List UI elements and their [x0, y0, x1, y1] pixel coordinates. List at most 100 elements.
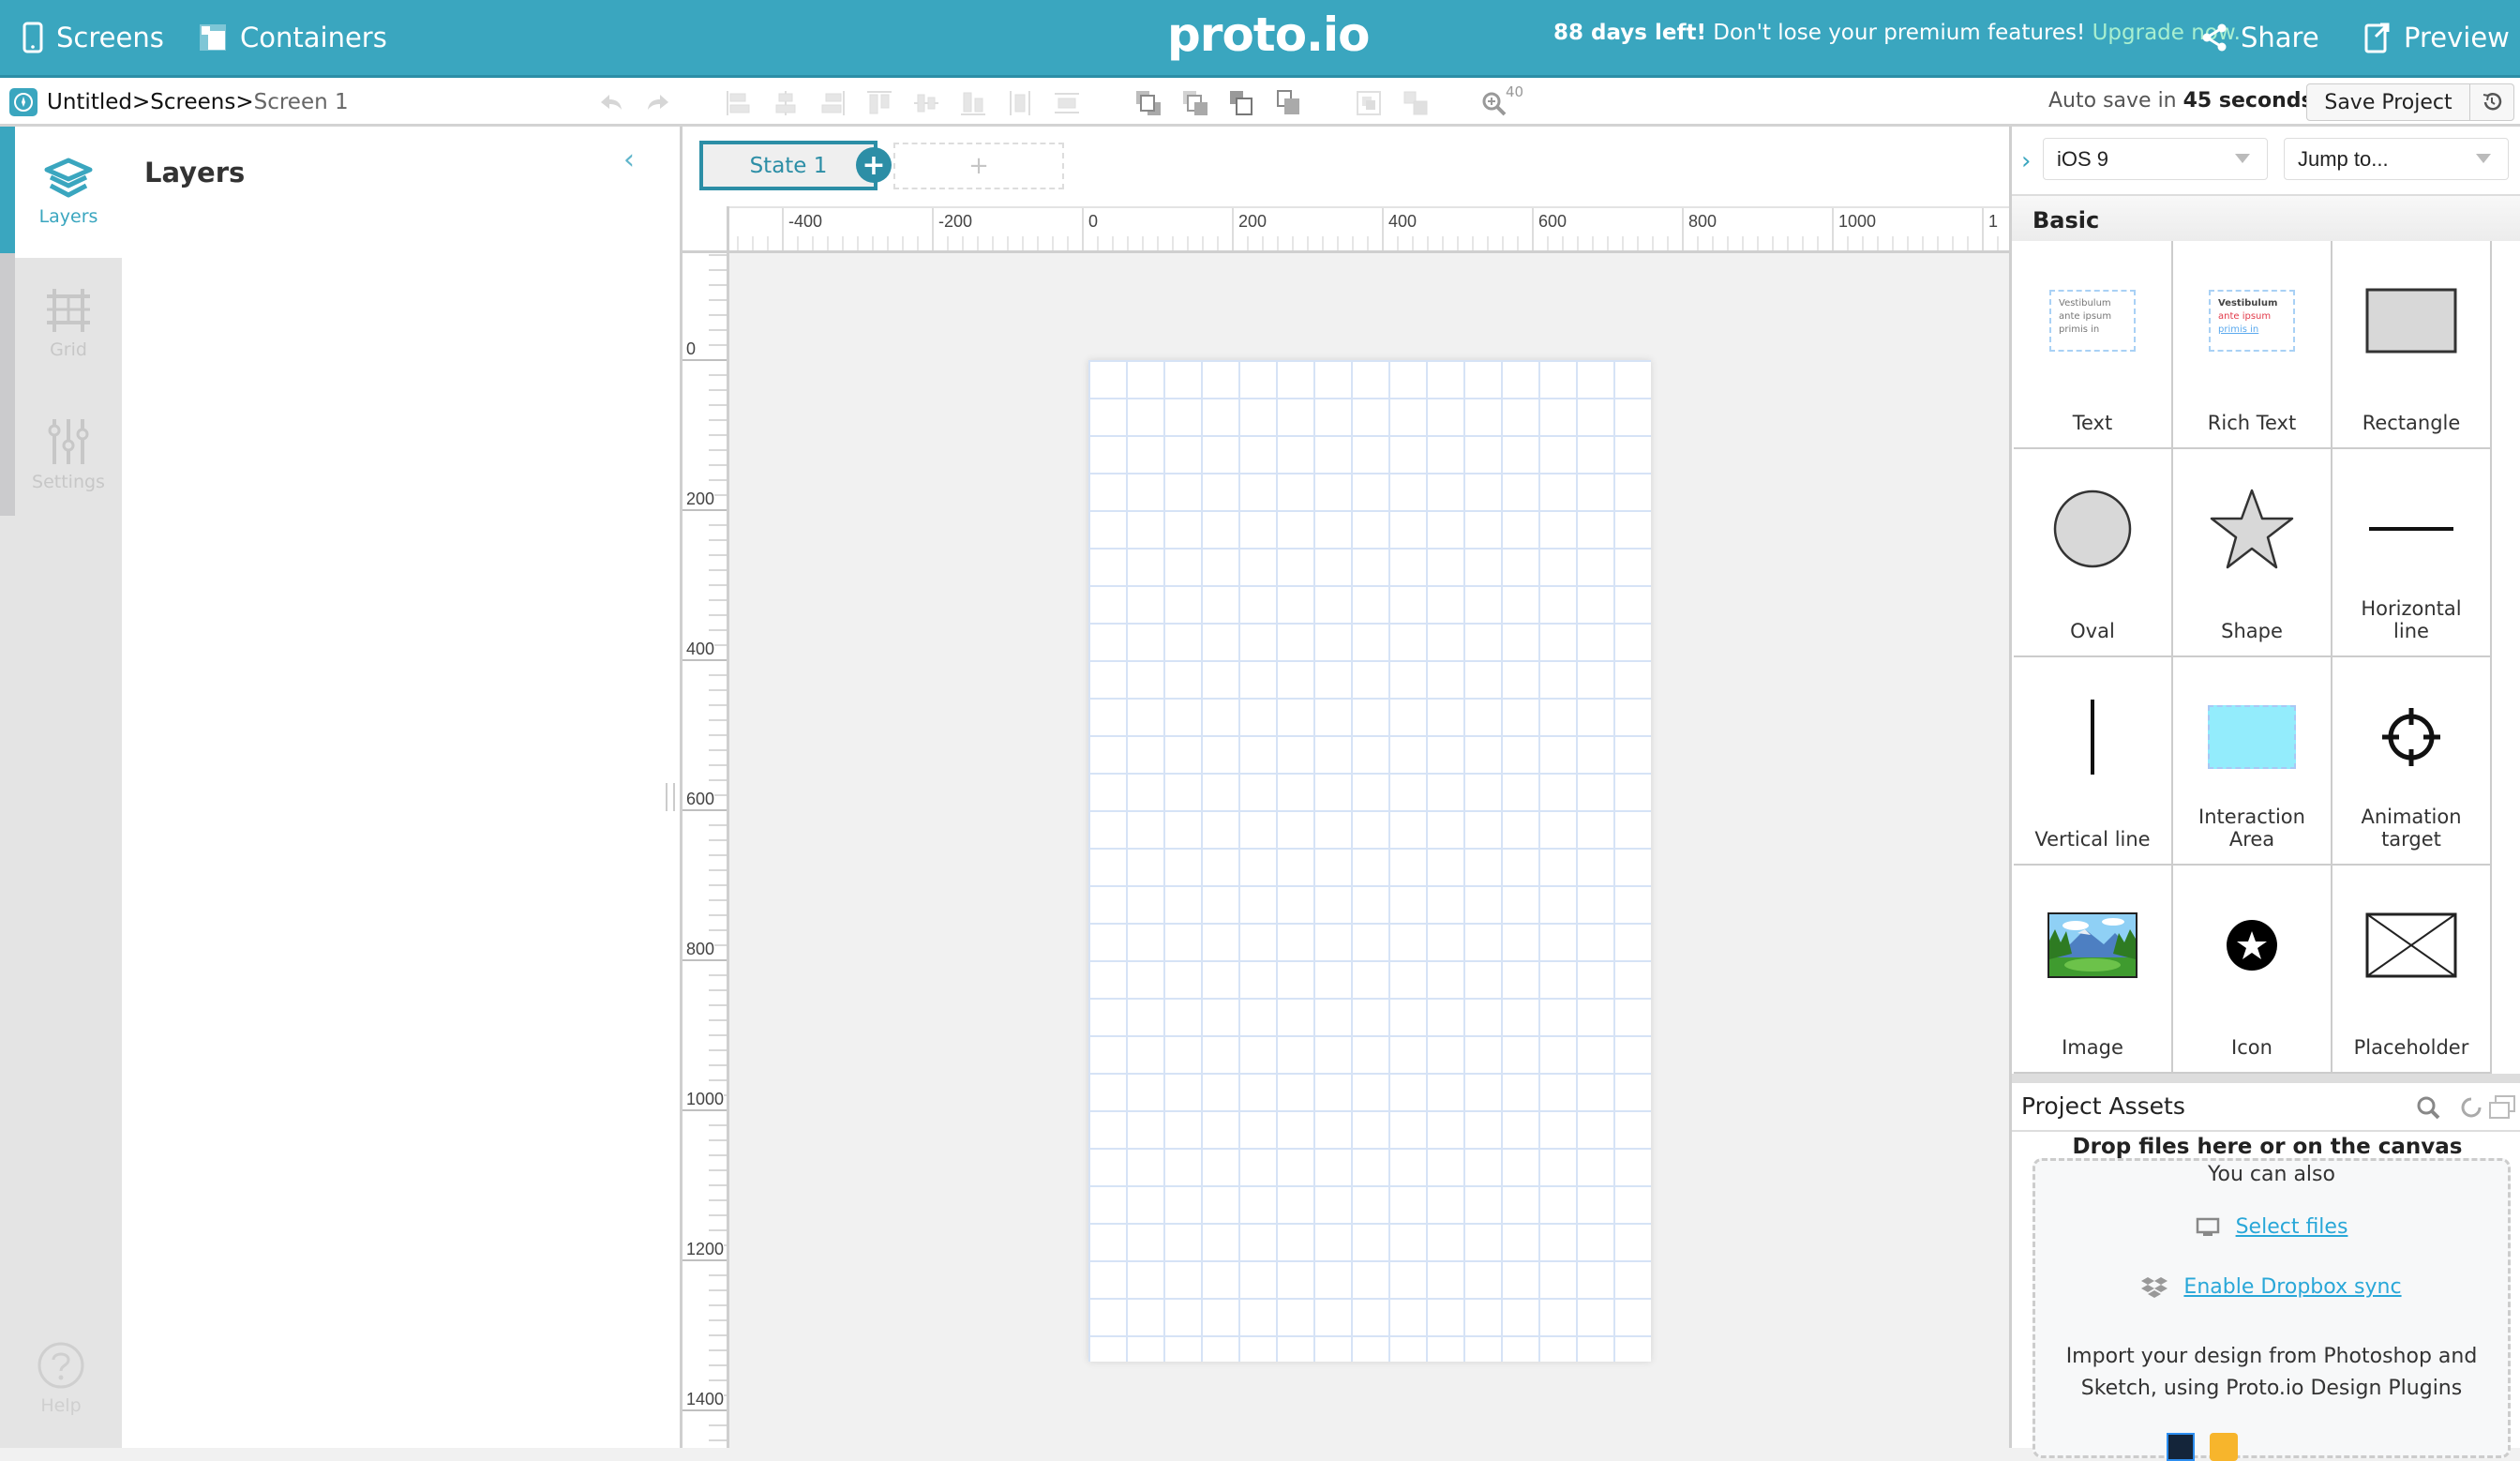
- ruler-label: -200: [938, 212, 973, 231]
- photoshop-plugin-icon[interactable]: [2167, 1433, 2195, 1461]
- send-backward-icon[interactable]: [1181, 89, 1209, 117]
- breadcrumb-screens[interactable]: Screens: [150, 90, 235, 114]
- breadcrumb-current-screen: Screen 1: [253, 90, 349, 114]
- breadcrumb-project[interactable]: Untitled: [47, 90, 132, 114]
- containers-nav[interactable]: Containers: [199, 0, 387, 75]
- zoom-control[interactable]: 40: [1481, 83, 1528, 117]
- project-assets-header: Project Assets: [2012, 1083, 2520, 1132]
- help-button[interactable]: Help: [0, 1313, 122, 1444]
- preview-label: Preview: [2404, 22, 2510, 53]
- project-info-icon[interactable]: [9, 88, 38, 116]
- rectangle-icon: [2332, 279, 2490, 363]
- enable-dropbox-link[interactable]: Enable Dropbox sync: [2183, 1275, 2401, 1299]
- component-horizontal-line[interactable]: Horizontal line: [2332, 449, 2492, 657]
- screens-nav[interactable]: Screens: [22, 0, 164, 75]
- align-left-icon[interactable]: [725, 89, 753, 117]
- panel-resize-handle[interactable]: [666, 783, 675, 811]
- component-image[interactable]: Image: [2014, 866, 2173, 1074]
- components-grid: Vestibulum ante ipsum primis in Text Ves…: [2014, 241, 2494, 1074]
- component-shape[interactable]: Shape: [2173, 449, 2332, 657]
- component-label: Interaction Area: [2198, 806, 2305, 851]
- version-history-button[interactable]: [2469, 83, 2514, 121]
- rail-item-settings[interactable]: Settings: [15, 389, 122, 520]
- share-icon: [2202, 23, 2227, 52]
- ruler-label: 200: [686, 490, 715, 509]
- preview-icon: [2364, 23, 2390, 53]
- align-bottom-icon[interactable]: [959, 89, 987, 117]
- rail-label-grid: Grid: [50, 339, 87, 360]
- asset-dropzone[interactable]: You can also Select files Enable Dropbox…: [2032, 1158, 2511, 1461]
- ruler-label: 1400: [686, 1390, 725, 1409]
- rail-item-layers[interactable]: Layers: [15, 127, 122, 258]
- rail-label-layers: Layers: [38, 206, 98, 227]
- star-shape-icon: [2173, 487, 2331, 571]
- panel-splitter[interactable]: [2012, 1074, 2520, 1083]
- rich-text-component-icon: Vestibulum ante ipsum primis in: [2173, 279, 2331, 363]
- component-oval[interactable]: Oval: [2014, 449, 2173, 657]
- refresh-icon[interactable]: [2458, 1094, 2484, 1121]
- rail-item-grid[interactable]: Grid: [15, 258, 122, 389]
- select-files-row: Select files: [2035, 1215, 2508, 1239]
- device-select[interactable]: iOS 9: [2043, 138, 2268, 180]
- component-rich-text[interactable]: Vestibulum ante ipsum primis in Rich Tex…: [2173, 241, 2332, 449]
- breadcrumb-separator: >: [235, 90, 254, 114]
- layers-panel: Layers ‹: [122, 127, 682, 1448]
- component-label: Shape: [2221, 620, 2283, 642]
- ruler-label: 600: [1538, 212, 1568, 231]
- sample-text-line: primis in: [2218, 324, 2259, 335]
- ruler-label: 1: [1988, 212, 1999, 231]
- bring-forward-icon[interactable]: [1134, 89, 1162, 117]
- component-icon[interactable]: Icon: [2173, 866, 2332, 1074]
- undo-icon[interactable]: [597, 89, 625, 117]
- component-text[interactable]: Vestibulum ante ipsum primis in Text: [2014, 241, 2173, 449]
- dropbox-icon: [2141, 1277, 2168, 1298]
- distribute-vertical-icon[interactable]: [1053, 89, 1081, 117]
- jump-to-select[interactable]: Jump to...: [2284, 138, 2509, 180]
- trial-banner: 88 days left! Don't lose your premium fe…: [1553, 21, 2241, 45]
- component-animation-target[interactable]: Animation target: [2332, 657, 2492, 866]
- state-tab[interactable]: State 1: [699, 141, 878, 190]
- align-middle-v-icon[interactable]: [912, 89, 940, 117]
- containers-icon: [200, 24, 226, 51]
- share-button[interactable]: Share: [2201, 0, 2319, 75]
- collapse-panel-icon[interactable]: ‹: [623, 143, 635, 176]
- trial-days: 88 days left!: [1553, 21, 1706, 45]
- component-vertical-line[interactable]: Vertical line: [2014, 657, 2173, 866]
- add-state-button[interactable]: +: [893, 143, 1064, 189]
- breadcrumb-separator: >: [131, 90, 151, 114]
- align-center-h-icon[interactable]: [772, 89, 800, 117]
- component-placeholder[interactable]: Placeholder: [2332, 866, 2492, 1074]
- states-bar: State 1 + +: [682, 127, 2009, 206]
- group-icon[interactable]: [1355, 89, 1383, 117]
- component-rectangle[interactable]: Rectangle: [2332, 241, 2492, 449]
- ruler-corner: [682, 206, 729, 253]
- select-files-link[interactable]: Select files: [2236, 1215, 2348, 1239]
- proto-io-logo[interactable]: proto.io: [1167, 8, 1371, 62]
- detach-window-icon[interactable]: [2488, 1094, 2516, 1121]
- help-icon: [38, 1342, 84, 1389]
- save-project-button[interactable]: Save Project: [2306, 83, 2470, 121]
- vertical-ruler-ticks: [682, 254, 727, 1441]
- vertical-ruler: 0 200 400 600 800 1000 1200 1400: [682, 253, 729, 1448]
- component-interaction-area[interactable]: Interaction Area: [2173, 657, 2332, 866]
- expand-panel-icon[interactable]: ›: [2021, 147, 2031, 175]
- ungroup-icon[interactable]: [1402, 89, 1430, 117]
- you-can-also-text: You can also: [2208, 1163, 2335, 1186]
- zoom-icon: [1482, 92, 1507, 116]
- vertical-line-icon: [2014, 695, 2171, 779]
- align-right-icon[interactable]: [818, 89, 847, 117]
- component-label: Text: [2072, 412, 2113, 434]
- distribute-horizontal-icon[interactable]: [1006, 89, 1034, 117]
- screen-artboard[interactable]: [1088, 360, 1651, 1362]
- basic-section-header[interactable]: Basic: [2012, 194, 2520, 241]
- send-to-back-icon[interactable]: [1275, 89, 1303, 117]
- redo-icon[interactable]: [644, 89, 672, 117]
- preview-button[interactable]: Preview: [2364, 0, 2510, 75]
- duplicate-state-button[interactable]: +: [856, 147, 892, 183]
- align-top-icon[interactable]: [865, 89, 893, 117]
- sample-text-line: Vestibulum: [2218, 298, 2278, 309]
- search-icon[interactable]: [2415, 1094, 2441, 1121]
- sketch-plugin-icon[interactable]: [2210, 1433, 2238, 1461]
- bring-to-front-icon[interactable]: [1228, 89, 1256, 117]
- component-label: Horizontal line: [2361, 597, 2462, 642]
